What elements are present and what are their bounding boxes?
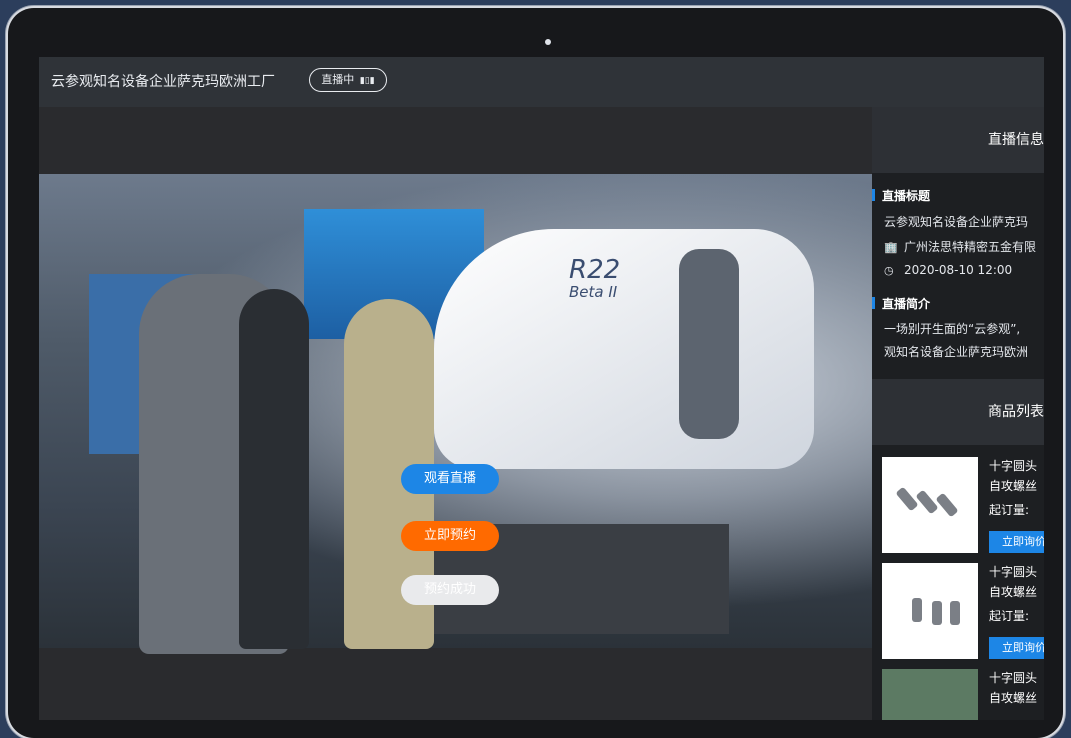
- section-marker: [872, 297, 875, 309]
- video-player[interactable]: R22 Beta II 观看直播 立即预约 预约成功: [39, 107, 872, 720]
- goods-item[interactable]: 十字圆头 自攻螺丝 起订量: 立即询价: [882, 563, 1044, 663]
- company-row: 🏢 广州法思特精密五金有限: [884, 238, 1036, 255]
- inquire-button[interactable]: 立即询价: [989, 637, 1044, 659]
- live-status-badge: 直播中 ▮▯▮: [309, 68, 387, 92]
- goods-list-header: 商品列表: [872, 379, 1044, 445]
- watch-live-button[interactable]: 观看直播: [401, 464, 499, 494]
- scene-helicopter-tail: [679, 249, 739, 439]
- goods-item[interactable]: 十字圆头 自攻螺丝: [882, 669, 1042, 720]
- product-name: 十字圆头: [989, 565, 1038, 579]
- scene-person: [239, 289, 309, 649]
- live-title-text: 云参观知名设备企业萨克玛: [884, 215, 1029, 229]
- live-title-label: 直播标题: [882, 189, 931, 203]
- page-title: 云参观知名设备企业萨克玛欧洲工厂: [51, 74, 275, 90]
- datetime-row: ◷ 2020-08-10 12:00: [884, 263, 1012, 277]
- live-datetime: 2020-08-10 12:00: [904, 263, 1013, 277]
- product-thumbnail[interactable]: [882, 563, 978, 659]
- section-marker: [872, 189, 875, 201]
- video-frame: R22 Beta II 观看直播 立即预约 预约成功: [39, 174, 872, 654]
- goods-item[interactable]: 十字圆头 自攻螺丝 起订量: 立即询价: [882, 457, 1044, 557]
- goods-list-header-label: 商品列表: [988, 404, 1044, 420]
- product-thumbnail[interactable]: [882, 457, 978, 553]
- camera-dot: [545, 39, 551, 45]
- equalizer-icon: ▮▯▮: [359, 76, 375, 86]
- product-name: 自攻螺丝: [989, 691, 1038, 705]
- product-name: 十字圆头: [989, 459, 1038, 473]
- scene-helicopter: [434, 229, 814, 469]
- product-name: 自攻螺丝: [989, 479, 1038, 493]
- app-screen: 云参观知名设备企业萨克玛欧洲工厂 直播中 ▮▯▮ R22 Beta II 观看直…: [39, 57, 1044, 720]
- model-sub: Beta II: [569, 283, 618, 301]
- company-name: 广州法思特精密五金有限: [904, 240, 1037, 254]
- reserve-now-button[interactable]: 立即预约: [401, 521, 499, 551]
- intro-line: 一场别开生面的“云参观”,: [884, 322, 1021, 336]
- product-moq: 起订量:: [989, 609, 1030, 623]
- intro-line: 观知名设备企业萨克玛欧洲: [884, 345, 1029, 359]
- intro-label: 直播简介: [882, 297, 931, 311]
- goods-list: 十字圆头 自攻螺丝 起订量: 立即询价 十字圆头 自攻螺丝 起订量: 立即询价 …: [872, 447, 1044, 720]
- live-badge-label: 直播中: [321, 73, 355, 86]
- product-name: 自攻螺丝: [989, 585, 1038, 599]
- helicopter-model-text: R22 Beta II: [569, 257, 620, 303]
- building-icon: 🏢: [884, 241, 898, 254]
- top-bar: 云参观知名设备企业萨克玛欧洲工厂 直播中 ▮▯▮: [39, 57, 1044, 107]
- clock-icon: ◷: [884, 264, 894, 277]
- product-name: 十字圆头: [989, 671, 1038, 685]
- product-thumbnail[interactable]: [882, 669, 978, 720]
- live-info-header: 直播信息: [872, 107, 1044, 173]
- live-info-panel: 直播标题 云参观知名设备企业萨克玛 🏢 广州法思特精密五金有限 ◷ 2020-08-…: [872, 173, 1044, 378]
- sidebar: 直播信息 直播标题 云参观知名设备企业萨克玛 🏢 广州法思特精密五金有限 ◷ 202…: [872, 107, 1044, 720]
- product-moq: 起订量:: [989, 503, 1030, 517]
- reserved-success-button[interactable]: 预约成功: [401, 575, 499, 605]
- inquire-button[interactable]: 立即询价: [989, 531, 1044, 553]
- live-info-header-label: 直播信息: [988, 132, 1044, 148]
